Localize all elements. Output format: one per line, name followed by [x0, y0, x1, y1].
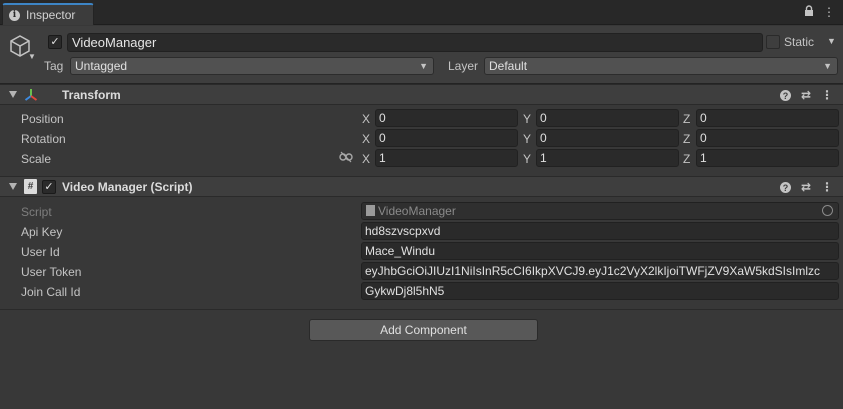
join-call-id-field[interactable]: GykwDj8l5hN5 [361, 282, 839, 300]
user-token-label: User Token [21, 265, 82, 279]
static-checkbox[interactable] [766, 35, 780, 49]
scale-z-field[interactable]: 1 [696, 149, 839, 167]
position-x-field[interactable]: 0 [375, 109, 518, 127]
position-label: Position [21, 112, 64, 126]
transform-axes-icon [24, 88, 38, 105]
tab-inspector[interactable]: i Inspector [2, 3, 94, 25]
static-label: Static [784, 35, 815, 49]
lock-icon[interactable] [804, 5, 814, 20]
icon-dropdown-arrow-icon[interactable]: ▼ [28, 52, 36, 61]
axis-z-label[interactable]: Z [683, 112, 690, 126]
chevron-down-icon: ▼ [419, 61, 428, 71]
tag-value: Untagged [75, 59, 128, 73]
api-key-label: Api Key [21, 225, 63, 239]
object-name-field[interactable]: VideoManager [67, 33, 763, 52]
info-icon: i [9, 9, 20, 21]
script-file-icon [366, 205, 375, 216]
presets-icon[interactable]: ⇄ [801, 88, 811, 102]
rotation-x-field[interactable]: 0 [375, 129, 518, 147]
position-y-field[interactable]: 0 [536, 109, 679, 127]
tab-actions: ⋮ [804, 5, 835, 20]
script-label: Script [21, 205, 52, 219]
video-manager-actions: ? ⇄ ⋮ [779, 180, 833, 194]
position-z-field[interactable]: 0 [696, 109, 839, 127]
csharp-script-icon: # [24, 179, 37, 194]
tag-dropdown[interactable]: Untagged ▼ [70, 57, 434, 75]
gameobject-header: ▼ ✓ VideoManager Static ▼ Tag Untagged ▼… [0, 26, 843, 84]
join-call-id-label: Join Call Id [21, 285, 81, 299]
axis-y-label[interactable]: Y [523, 112, 531, 126]
tag-label: Tag [44, 59, 64, 73]
scale-label: Scale [21, 152, 52, 166]
script-field: VideoManager [361, 202, 839, 220]
kebab-menu-icon[interactable]: ⋮ [821, 180, 833, 194]
foldout-arrow-icon[interactable] [9, 183, 17, 190]
presets-icon[interactable]: ⇄ [801, 180, 811, 194]
axis-z-label[interactable]: Z [683, 132, 690, 146]
help-icon[interactable]: ? [779, 182, 791, 193]
video-manager-header[interactable]: # ✓ Video Manager (Script) ? ⇄ ⋮ [0, 176, 843, 197]
transform-actions: ? ⇄ ⋮ [779, 88, 833, 102]
help-icon[interactable]: ? [779, 90, 791, 101]
user-id-field[interactable]: Mace_Windu [361, 242, 839, 260]
layer-dropdown[interactable]: Default ▼ [484, 57, 838, 75]
axis-y-label[interactable]: Y [523, 132, 531, 146]
rotation-z-field[interactable]: 0 [696, 129, 839, 147]
object-picker-icon[interactable] [822, 205, 833, 216]
foldout-arrow-icon[interactable] [9, 91, 17, 98]
axis-x-label[interactable]: X [362, 112, 370, 126]
scale-x-field[interactable]: 1 [375, 149, 518, 167]
user-id-label: User Id [21, 245, 60, 259]
static-dropdown-arrow-icon[interactable]: ▼ [827, 36, 836, 46]
script-value: VideoManager [378, 204, 456, 218]
rotation-y-field[interactable]: 0 [536, 129, 679, 147]
component-divider [0, 309, 843, 310]
api-key-field[interactable]: hd8szvscpxvd [361, 222, 839, 240]
axis-x-label[interactable]: X [362, 152, 370, 166]
component-enabled-checkbox[interactable]: ✓ [42, 180, 56, 194]
scale-y-field[interactable]: 1 [536, 149, 679, 167]
user-token-field[interactable]: eyJhbGciOiJIUzI1NiIsInR5cCI6IkpXVCJ9.eyJ… [361, 262, 839, 280]
link-icon[interactable] [339, 151, 353, 166]
active-checkbox[interactable]: ✓ [48, 35, 62, 49]
kebab-menu-icon[interactable]: ⋮ [821, 88, 833, 102]
inspector-tabbar: i Inspector ⋮ [0, 0, 843, 25]
layer-label: Layer [448, 59, 479, 73]
axis-z-label[interactable]: Z [683, 152, 690, 166]
layer-value: Default [489, 59, 528, 73]
add-component-button[interactable]: Add Component [309, 319, 538, 341]
rotation-label: Rotation [21, 132, 66, 146]
tab-inspector-label: Inspector [26, 8, 76, 22]
axis-y-label[interactable]: Y [523, 152, 531, 166]
axis-x-label[interactable]: X [362, 132, 370, 146]
transform-header[interactable]: Transform ? ⇄ ⋮ [0, 84, 843, 105]
transform-title: Transform [62, 88, 121, 102]
kebab-menu-icon[interactable]: ⋮ [823, 5, 835, 20]
chevron-down-icon: ▼ [823, 61, 832, 71]
video-manager-title: Video Manager (Script) [62, 180, 193, 194]
